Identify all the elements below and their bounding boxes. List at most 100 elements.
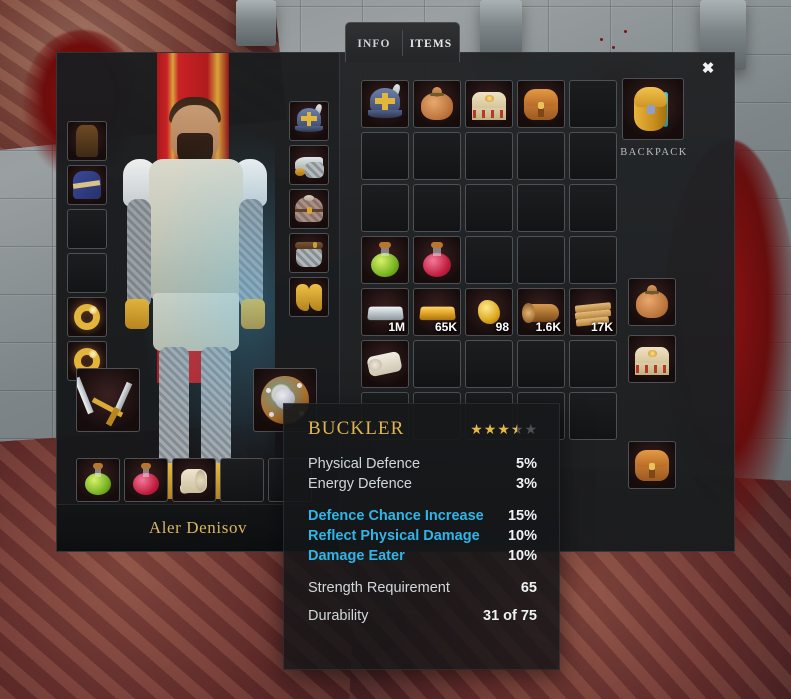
quickslot-3[interactable] — [172, 458, 216, 502]
inventory-slot-empty[interactable] — [413, 184, 461, 232]
inventory-grid: 1M 65K 98 1.6K 17K — [361, 80, 617, 440]
pouch-icon — [629, 336, 675, 382]
magic-stat-row: Damage Eater 10% — [308, 546, 537, 566]
helmet-slot[interactable] — [289, 101, 329, 141]
item-count: 17K — [590, 320, 613, 334]
quickslot-2[interactable] — [124, 458, 168, 502]
ring-slot-1[interactable] — [67, 297, 107, 337]
item-count: 65K — [434, 320, 457, 334]
inventory-slot-filled[interactable]: 65K — [413, 288, 461, 336]
inventory-slot-empty[interactable] — [361, 184, 409, 232]
inventory-slot-filled[interactable] — [361, 340, 409, 388]
durability-value: 31 of 75 — [483, 608, 537, 624]
inventory-slot-empty[interactable] — [569, 392, 617, 440]
character-name: Aler Denisov — [148, 518, 248, 537]
durability-row: Durability 31 of 75 — [308, 606, 537, 626]
satchel-icon — [518, 81, 564, 127]
rating-star: ★ — [510, 421, 524, 437]
inventory-slot-empty[interactable] — [517, 340, 565, 388]
inventory-slot-filled[interactable] — [413, 80, 461, 128]
inventory-slot-filled[interactable]: 1M — [361, 288, 409, 336]
inventory-slot-empty[interactable] — [569, 184, 617, 232]
inventory-slot-filled[interactable]: 98 — [465, 288, 513, 336]
requirement-label: Strength Requirement — [308, 580, 450, 596]
inventory-slot-filled[interactable] — [413, 236, 461, 284]
inventory-slot-empty[interactable] — [465, 184, 513, 232]
boots-icon — [290, 278, 328, 316]
chest-slot[interactable] — [289, 189, 329, 229]
satchel-icon — [629, 442, 675, 488]
quickslot-4[interactable] — [220, 458, 264, 502]
main-hand-slot[interactable] — [76, 368, 140, 432]
panel-tabs: INFO ITEMS — [345, 22, 460, 62]
inventory-slot-empty[interactable] — [517, 184, 565, 232]
stat-value: 3% — [516, 476, 537, 492]
rating-star: ★ — [470, 421, 483, 437]
inventory-slot-filled[interactable] — [361, 236, 409, 284]
item-count: 98 — [495, 320, 509, 334]
magic-stat-row: Reflect Physical Damage 10% — [308, 526, 537, 546]
mail-skirt-icon — [290, 234, 328, 272]
inventory-slot-empty[interactable] — [465, 236, 513, 284]
rating-star: ★ — [483, 421, 497, 437]
hair-slot[interactable] — [67, 121, 107, 161]
item-tooltip: BUCKLER ★ ★ ★ ★ ★ Physical Defence 5% Energy… — [283, 403, 560, 670]
tab-info[interactable]: INFO — [346, 30, 402, 56]
magic-stat-value: 10% — [507, 528, 537, 544]
inventory-slot-empty[interactable] — [413, 132, 461, 180]
item-count: 1.6K — [535, 320, 561, 334]
inventory-slot-empty[interactable] — [413, 340, 461, 388]
backpack-label: BACKPACK — [620, 147, 688, 158]
stat-label: Energy Defence — [308, 476, 412, 492]
rating-star: ★ — [524, 421, 537, 437]
inventory-slot-empty[interactable] — [517, 132, 565, 180]
inventory-slot-empty[interactable] — [569, 80, 617, 128]
boots-slot[interactable] — [289, 277, 329, 317]
bandage-icon — [173, 459, 215, 501]
magic-stat-label: Defence Chance Increase — [308, 508, 484, 524]
durability-label: Durability — [308, 608, 369, 624]
inventory-slot-empty[interactable] — [465, 132, 513, 180]
stat-value: 5% — [516, 456, 537, 472]
sack-icon — [414, 81, 460, 127]
inventory-slot-filled[interactable]: 1.6K — [517, 288, 565, 336]
inventory-slot-empty[interactable] — [569, 340, 617, 388]
hair-icon — [68, 122, 106, 160]
inventory-slot-filled[interactable] — [465, 80, 513, 128]
bag-slot-3[interactable] — [628, 441, 676, 489]
stat-label: Physical Defence — [308, 456, 421, 472]
empty-slot-2[interactable] — [67, 253, 107, 293]
item-count: 1M — [388, 320, 405, 334]
magic-stat-value: 10% — [507, 548, 537, 564]
backpack-slot[interactable] — [622, 78, 684, 140]
inventory-slot-empty[interactable] — [361, 132, 409, 180]
green-potion-icon — [77, 459, 119, 501]
green-potion-icon — [362, 237, 408, 283]
red-potion-icon — [414, 237, 460, 283]
empty-slot-1[interactable] — [67, 209, 107, 249]
inventory-slot-filled[interactable]: 17K — [569, 288, 617, 336]
close-icon[interactable]: ✖ — [698, 59, 718, 79]
requirement-row: Strength Requirement 65 — [308, 578, 537, 598]
shirt-slot[interactable] — [67, 165, 107, 205]
inventory-slot-filled[interactable] — [361, 80, 409, 128]
inventory-slot-empty[interactable] — [465, 340, 513, 388]
robe-icon — [68, 166, 106, 204]
stat-row: Energy Defence 3% — [308, 474, 537, 494]
quickslot-1[interactable] — [76, 458, 120, 502]
inventory-slot-empty[interactable] — [517, 236, 565, 284]
chestplate-icon — [290, 190, 328, 228]
inventory-slot-empty[interactable] — [569, 236, 617, 284]
pouch-icon — [466, 81, 512, 127]
gorget-slot[interactable] — [289, 145, 329, 185]
bag-slot-2[interactable] — [628, 335, 676, 383]
tab-items[interactable]: ITEMS — [402, 29, 459, 56]
bag-slot-1[interactable] — [628, 278, 676, 326]
equipment-column-right — [289, 101, 329, 317]
magic-stat-row: Defence Chance Increase 15% — [308, 506, 537, 526]
magic-stat-label: Reflect Physical Damage — [308, 528, 480, 544]
inventory-slot-filled[interactable] — [517, 80, 565, 128]
pillar-top — [480, 0, 522, 58]
tooltip-title: BUCKLER — [308, 418, 405, 439]
belt-slot[interactable] — [289, 233, 329, 273]
